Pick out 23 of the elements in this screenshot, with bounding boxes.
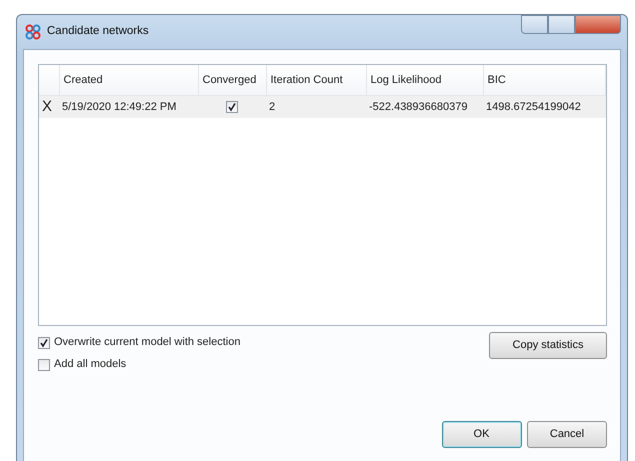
column-header[interactable]: BIC: [483, 65, 606, 95]
column-header[interactable]: Converged: [198, 65, 266, 95]
column-header[interactable]: Created: [59, 65, 198, 95]
minimize-button[interactable]: [521, 15, 548, 34]
checkbox[interactable]: [38, 336, 50, 348]
close-button[interactable]: [575, 15, 621, 34]
checkbox-label: Overwrite current model with selection: [54, 335, 240, 350]
checkbox[interactable]: [38, 358, 50, 370]
dialog-button[interactable]: Cancel: [527, 421, 607, 448]
table-cell: 2: [266, 95, 366, 118]
table-cell: -522.438936680379: [366, 95, 483, 118]
checkbox-label: Add all models: [54, 357, 126, 372]
dialog-button[interactable]: OK: [442, 421, 522, 448]
checkbox[interactable]: [226, 100, 238, 113]
window-title: Candidate networks: [47, 24, 149, 40]
maximize-button[interactable]: [548, 15, 575, 34]
dialog-button[interactable]: Copy statistics: [489, 332, 607, 358]
app-icon: [25, 24, 41, 40]
column-header[interactable]: Iteration Count: [266, 65, 366, 95]
table-cell: 5/19/2020 12:49:22 PM: [59, 95, 198, 118]
table-cell: 1498.67254199042: [483, 95, 606, 118]
row-marker: X: [39, 95, 59, 118]
column-header[interactable]: Log Likelihood: [366, 65, 483, 95]
